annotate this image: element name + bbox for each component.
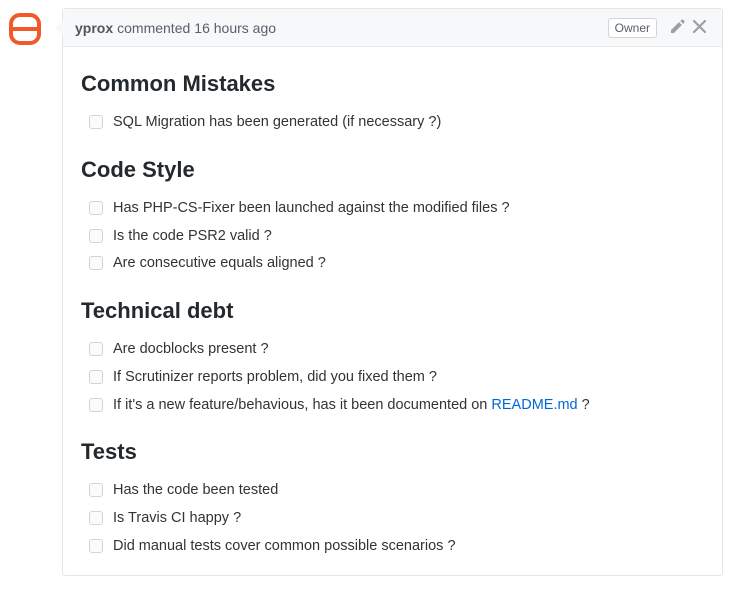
checklist-item: Did manual tests cover common possible s… xyxy=(89,533,704,561)
checklist-text: SQL Migration has been generated (if nec… xyxy=(113,112,441,134)
checklist-text: Has PHP-CS-Fixer been launched against t… xyxy=(113,198,510,220)
readme-link[interactable]: README.md xyxy=(491,397,577,413)
checklist-item: Has the code been tested xyxy=(89,477,704,505)
section-heading: Technical debt xyxy=(81,298,704,324)
checkbox[interactable] xyxy=(89,511,103,525)
checklist-text: If Scrutinizer reports problem, did you … xyxy=(113,367,437,389)
owner-badge: Owner xyxy=(608,18,657,38)
comment-author[interactable]: yprox xyxy=(75,20,113,36)
avatar[interactable] xyxy=(6,10,44,48)
checklist: SQL Migration has been generated (if nec… xyxy=(81,109,704,137)
checklist-item: Are consecutive equals aligned ? xyxy=(89,250,704,278)
checkbox[interactable] xyxy=(89,483,103,497)
checklist-text: Is Travis CI happy ? xyxy=(113,508,241,530)
checklist-text: Did manual tests cover common possible s… xyxy=(113,536,456,558)
comment-header: yprox commented 16 hours ago Owner xyxy=(63,9,722,47)
checkbox[interactable] xyxy=(89,115,103,129)
checklist-item: If it's a new feature/behavious, has it … xyxy=(89,392,704,420)
checkbox[interactable] xyxy=(89,342,103,356)
checklist-item: SQL Migration has been generated (if nec… xyxy=(89,109,704,137)
checklist-item: Is the code PSR2 valid ? xyxy=(89,223,704,251)
checklist-item: If Scrutinizer reports problem, did you … xyxy=(89,364,704,392)
checklist-item: Has PHP-CS-Fixer been launched against t… xyxy=(89,195,704,223)
comment-box: yprox commented 16 hours ago Owner Commo… xyxy=(62,8,723,576)
comment-container: yprox commented 16 hours ago Owner Commo… xyxy=(0,0,733,596)
pencil-icon xyxy=(671,19,685,36)
section-heading: Tests xyxy=(81,439,704,465)
checklist: Has PHP-CS-Fixer been launched against t… xyxy=(81,195,704,278)
comment-verb: commented xyxy=(117,20,190,36)
checklist-text: Is the code PSR2 valid ? xyxy=(113,226,272,248)
section-heading: Common Mistakes xyxy=(81,71,704,97)
checkbox[interactable] xyxy=(89,201,103,215)
checkbox[interactable] xyxy=(89,398,103,412)
checklist: Are docblocks present ? If Scrutinizer r… xyxy=(81,336,704,419)
checklist-text: Are consecutive equals aligned ? xyxy=(113,253,326,275)
checklist-text: If it's a new feature/behavious, has it … xyxy=(113,395,590,417)
checkbox[interactable] xyxy=(89,370,103,384)
checklist-item: Are docblocks present ? xyxy=(89,336,704,364)
comment-body: Common Mistakes SQL Migration has been g… xyxy=(63,47,722,575)
checklist: Has the code been tested Is Travis CI ha… xyxy=(81,477,704,560)
checklist-text: Has the code been tested xyxy=(113,480,278,502)
close-button[interactable] xyxy=(689,18,710,38)
comment-time[interactable]: 16 hours ago xyxy=(194,20,276,36)
checkbox[interactable] xyxy=(89,229,103,243)
edit-button[interactable] xyxy=(667,17,689,38)
checklist-text: Are docblocks present ? xyxy=(113,339,269,361)
checklist-item: Is Travis CI happy ? xyxy=(89,505,704,533)
close-icon xyxy=(693,20,706,36)
comment-arrow xyxy=(55,20,63,36)
checkbox[interactable] xyxy=(89,256,103,270)
section-heading: Code Style xyxy=(81,157,704,183)
